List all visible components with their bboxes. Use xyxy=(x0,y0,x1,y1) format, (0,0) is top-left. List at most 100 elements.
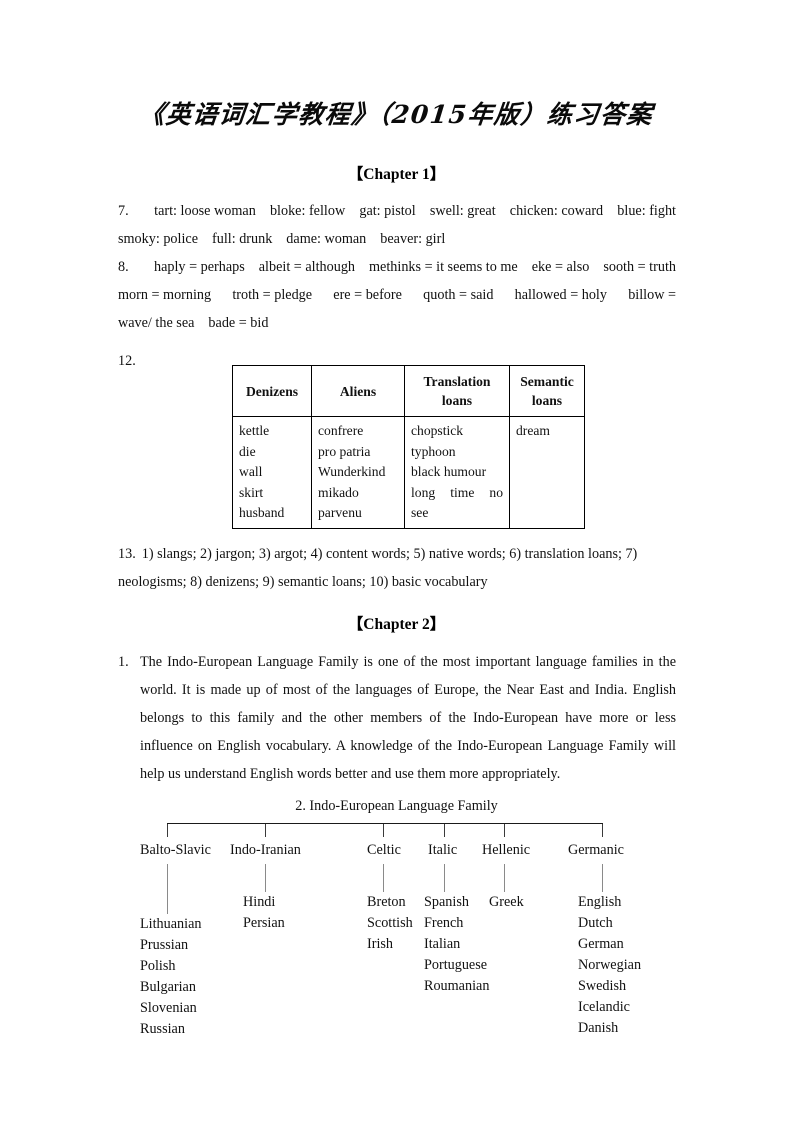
chapter-2-question-1: 1. The Indo-European Language Family is … xyxy=(118,648,676,788)
branch-label-italic: Italic xyxy=(428,842,458,858)
tick-italic xyxy=(444,824,445,837)
list-item: German xyxy=(578,936,624,952)
cell-aliens: confrere pro patria Wunderkind mikado pa… xyxy=(311,416,405,529)
term-pair: swell: great xyxy=(429,203,496,219)
chapter-1-heading: 【Chapter 1】 xyxy=(347,166,446,183)
list-item: Swedish xyxy=(578,978,627,994)
column-header-aliens: Aliens xyxy=(311,365,405,417)
cell-denizens: kettle die wall skirt husband xyxy=(232,416,312,529)
tick-hellenic xyxy=(504,824,505,837)
term-pair: quoth = said xyxy=(423,287,494,303)
list-item: kettle xyxy=(239,423,270,438)
list-item: Italian xyxy=(424,936,461,952)
term-pair: troth = pledge xyxy=(232,287,313,303)
list-item: Scottish xyxy=(367,915,413,931)
term-pair: billow = xyxy=(628,287,676,303)
list-item: skirt xyxy=(239,484,264,500)
chapter-2-heading: 【Chapter 2】 xyxy=(347,616,446,633)
question-13-number: 13. xyxy=(118,546,136,562)
stem-balto-slavic xyxy=(167,864,168,914)
question-8-line-3: wave/ the sea bade = bid xyxy=(118,309,676,337)
list-item: Wunderkind xyxy=(318,464,386,479)
tick-balto-slavic xyxy=(167,824,168,837)
term-pair: bade = bid xyxy=(208,315,269,331)
language-list-germanic: English Dutch German Norwegian Swedish I… xyxy=(578,892,641,1039)
list-item: parvenu xyxy=(318,505,362,520)
language-family-tree: 2. Indo-European Language Family Balto-S… xyxy=(0,798,793,1058)
document-page: 《英语词汇学教程》（2015年版）练习答案 【Chapter 1】 7. tar… xyxy=(0,0,793,1122)
list-item: pro patria xyxy=(318,443,371,459)
language-list-celtic: Breton Scottish Irish xyxy=(367,892,413,955)
term-pair: tart: loose woman xyxy=(154,203,256,219)
table-row: kettle die wall skirt husband confrere p… xyxy=(232,416,585,529)
term-pair: haply = perhaps xyxy=(154,259,245,275)
tick-germanic xyxy=(602,824,603,837)
list-item: mikado xyxy=(318,484,359,500)
term-pair: beaver: girl xyxy=(380,231,446,247)
table-header-row: Denizens Aliens Translation loans Semant… xyxy=(232,365,585,417)
branch-label-germanic: Germanic xyxy=(568,842,624,858)
question-7-line-1: 7. tart: loose woman bloke: fellow gat: … xyxy=(118,197,676,225)
term-pair: full: drunk xyxy=(212,231,273,247)
word: time xyxy=(450,484,475,500)
list-item: Portuguese xyxy=(424,957,488,973)
tree-horizontal-rule xyxy=(167,823,603,824)
term-pair: bloke: fellow xyxy=(269,203,346,219)
question-7: 7. tart: loose woman bloke: fellow gat: … xyxy=(118,197,676,253)
branch-label-indo-iranian: Indo-Iranian xyxy=(230,842,301,858)
branch-label-celtic: Celtic xyxy=(367,842,401,858)
term-pair: ere = before xyxy=(333,287,402,303)
question-13-text-1: 1) slangs; 2) jargon; 3) argot; 4) conte… xyxy=(141,546,638,562)
term-pair: eke = also xyxy=(531,259,590,275)
term-pair: dame: woman xyxy=(286,231,367,247)
question-8: 8. haply = perhaps albeit = although met… xyxy=(118,253,676,337)
list-item: Dutch xyxy=(578,915,613,931)
word: no xyxy=(489,484,503,500)
stem-germanic xyxy=(602,864,603,892)
question-1-number: 1. xyxy=(118,654,129,670)
list-item: wall xyxy=(239,464,263,479)
list-item: husband xyxy=(239,505,285,520)
question-8-line-2: morn = morning troth = pledge ere = befo… xyxy=(118,281,676,309)
column-header-translation-loans: Translation loans xyxy=(404,365,510,417)
term-pair: morn = morning xyxy=(118,287,212,303)
question-12-number-wrapper: 12. xyxy=(118,347,178,375)
term-pair: chicken: coward xyxy=(509,203,604,219)
list-item: Bulgarian xyxy=(140,979,196,995)
question-7-number: 7. xyxy=(118,203,129,219)
list-item: English xyxy=(578,894,622,910)
list-item: Lithuanian xyxy=(140,916,202,932)
tick-indo-iranian xyxy=(265,824,266,837)
list-item: Breton xyxy=(367,894,406,910)
question-7-line-2: smoky: police full: drunk dame: woman be… xyxy=(118,225,676,253)
language-list-indo-iranian: Hindi Persian xyxy=(243,892,285,934)
list-item: Danish xyxy=(578,1020,619,1036)
list-item: Greek xyxy=(489,894,524,910)
stem-celtic xyxy=(383,864,384,892)
list-item: Icelandic xyxy=(578,999,630,1015)
stem-indo-iranian xyxy=(265,864,266,892)
language-list-balto-slavic: Lithuanian Prussian Polish Bulgarian Slo… xyxy=(140,914,201,1040)
list-item: dream xyxy=(516,423,550,438)
question-8-line-1: 8. haply = perhaps albeit = although met… xyxy=(118,253,676,281)
list-item: Prussian xyxy=(140,937,189,953)
list-item: Hindi xyxy=(243,894,276,910)
term-pair: albeit = although xyxy=(258,259,356,275)
tree-title: 2. Indo-European Language Family xyxy=(295,798,498,814)
list-item: typhoon xyxy=(411,443,456,459)
list-item: chopstick xyxy=(411,423,464,438)
list-item: Irish xyxy=(367,936,394,952)
term-pair: gat: pistol xyxy=(359,203,416,219)
list-item: long time no xyxy=(411,483,503,504)
question-13-line-1: 13. 1) slangs; 2) jargon; 3) argot; 4) c… xyxy=(118,540,676,568)
list-item: Persian xyxy=(243,915,285,931)
branch-label-balto-slavic: Balto-Slavic xyxy=(140,842,211,858)
cell-semantic-loans: dream xyxy=(509,416,585,529)
column-header-denizens: Denizens xyxy=(232,365,312,417)
language-list-hellenic: Greek xyxy=(489,892,524,913)
list-item: Roumanian xyxy=(424,978,490,994)
question-13-text-2: neologisms; 8) denizens; 9) semantic loa… xyxy=(118,574,488,590)
question-13-line-2: neologisms; 8) denizens; 9) semantic loa… xyxy=(118,568,676,596)
list-item: Norwegian xyxy=(578,957,642,973)
list-item: French xyxy=(424,915,464,931)
